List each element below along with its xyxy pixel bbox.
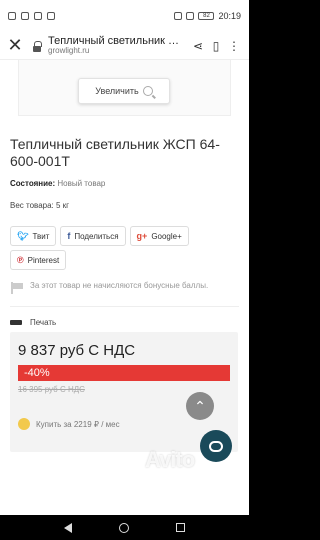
notification-icon	[8, 12, 16, 20]
pinterest-icon: ℗	[17, 255, 24, 265]
facebook-label: Поделиться	[74, 231, 119, 241]
product-title: Тепличный светильник ЖСП 64-600-001Т	[10, 136, 220, 169]
credit-icon	[18, 418, 30, 430]
notification-icon	[21, 12, 29, 20]
chat-icon	[209, 440, 223, 452]
facebook-icon: f	[67, 231, 71, 241]
home-icon[interactable]	[118, 522, 129, 533]
credit-text: Купить за 2219 ₽ / мес	[36, 419, 120, 429]
bonus-text: За этот товар не начисляются бонусные ба…	[30, 281, 209, 290]
discount-badge: -40%	[18, 365, 230, 381]
recent-apps-icon[interactable]	[176, 523, 186, 532]
chat-button[interactable]	[200, 430, 232, 462]
flag-icon	[10, 282, 24, 294]
share-icon[interactable]: ⋖	[189, 39, 207, 53]
magnifier-icon	[142, 86, 153, 96]
product-condition: Состояние: Новый товар	[10, 178, 239, 190]
wifi-icon	[186, 12, 195, 20]
status-bar: 82 20:19	[0, 0, 249, 32]
current-price: 9 837 руб С НДС	[18, 342, 136, 359]
google-plus-icon: g+	[136, 231, 148, 241]
close-icon[interactable]: ✕	[6, 35, 24, 56]
twitter-icon: 🐦︎	[17, 230, 29, 241]
bookmark-icon[interactable]: ▯	[207, 39, 225, 53]
google-share-button[interactable]: g+ Google+	[129, 226, 189, 246]
browser-toolbar: ✕ Тепличный светильник ЖСП 64-600-001Т g…	[0, 32, 249, 60]
google-label: Google+	[151, 231, 182, 241]
notification-icon	[47, 12, 55, 20]
zoom-label: Увеличить	[95, 86, 139, 96]
facebook-share-button[interactable]: f Поделиться	[60, 226, 126, 246]
share-buttons: 🐦︎ Твит f Поделиться g+ Google+ ℗ Pinter…	[10, 226, 239, 270]
zoom-button[interactable]: Увеличить	[78, 78, 170, 104]
scroll-up-button[interactable]: ⌃	[186, 392, 214, 420]
pinterest-share-button[interactable]: ℗ Pinterest	[10, 250, 67, 270]
divider	[10, 306, 239, 307]
product-weight: Вес товара: 5 кг	[10, 201, 70, 210]
credit-offer[interactable]: Купить за 2219 ₽ / мес	[18, 418, 120, 430]
back-icon[interactable]	[63, 522, 72, 533]
condition-value: Новый товар	[57, 179, 106, 188]
notification-icon	[34, 12, 42, 20]
twitter-label: Твит	[32, 231, 50, 241]
clock: 20:19	[218, 11, 241, 21]
avito-watermark: Avito	[145, 447, 195, 472]
condition-label: Состояние:	[10, 179, 56, 188]
print-link[interactable]: Печать	[10, 317, 239, 329]
chevron-up-icon: ⌃	[194, 397, 206, 414]
pinterest-label: Pinterest	[27, 255, 60, 265]
more-options-icon[interactable]: ⋮	[225, 39, 243, 53]
print-label: Печать	[30, 317, 57, 327]
battery-icon: 82	[198, 12, 215, 20]
url-box[interactable]: Тепличный светильник ЖСП 64-600-001Т gro…	[48, 35, 189, 56]
url-domain: growlight.ru	[48, 46, 90, 56]
system-navbar	[0, 515, 249, 540]
printer-icon	[10, 317, 22, 329]
product-image-area: Увеличить	[0, 60, 249, 118]
lock-icon	[32, 40, 42, 52]
bonus-notice: За этот товар не начисляются бонусные ба…	[10, 280, 239, 294]
signal-icon	[174, 12, 183, 20]
twitter-share-button[interactable]: 🐦︎ Твит	[10, 226, 57, 246]
